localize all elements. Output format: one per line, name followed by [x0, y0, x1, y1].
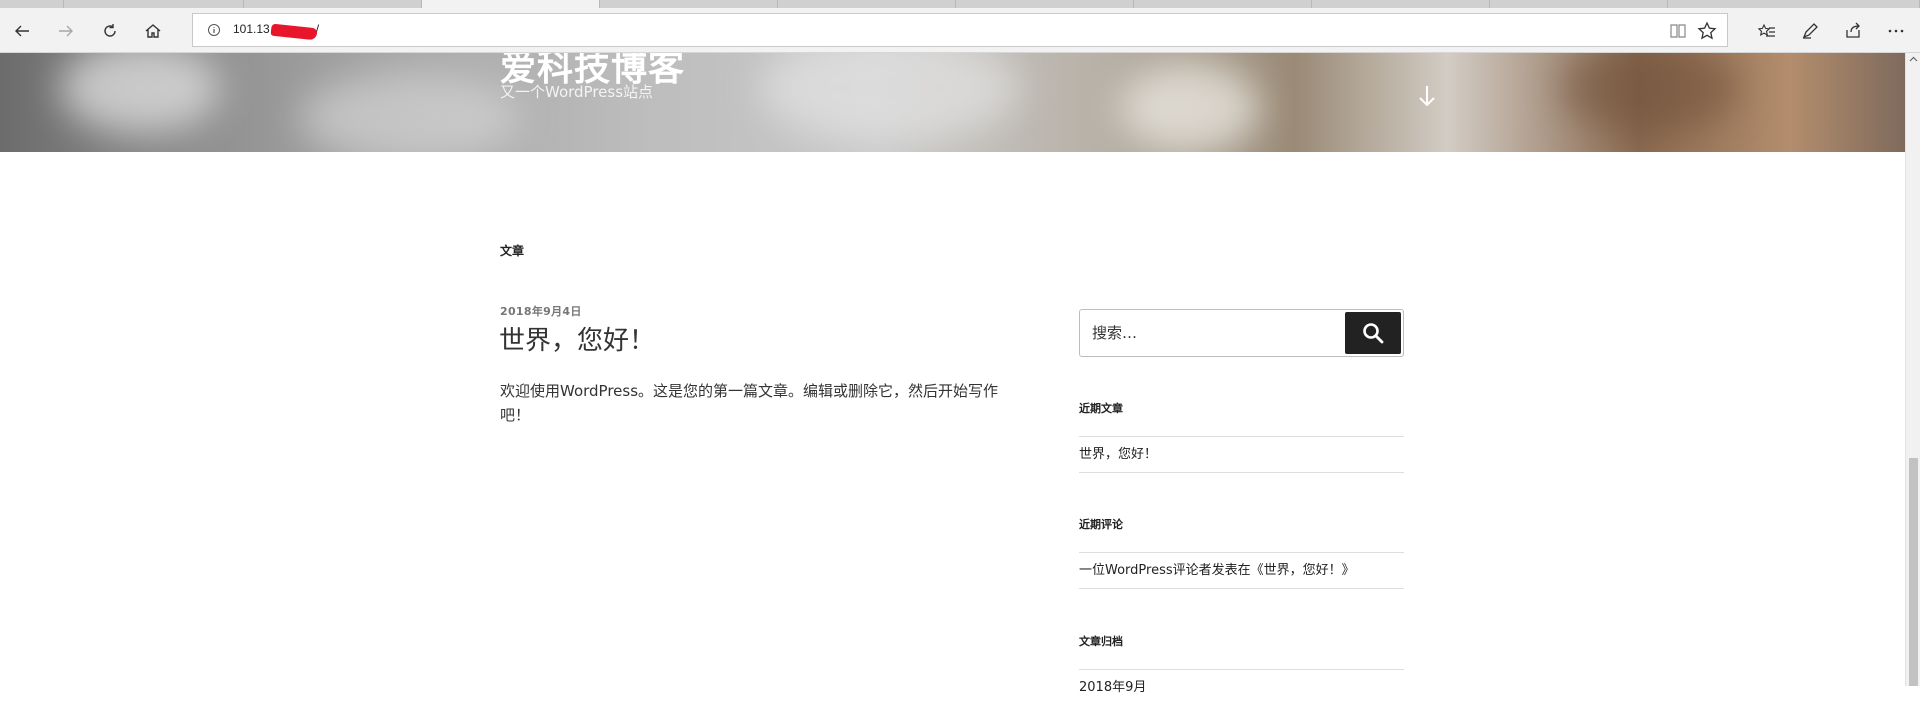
- info-icon[interactable]: [207, 23, 221, 37]
- browser-tab[interactable]: [244, 0, 422, 8]
- reading-view-icon[interactable]: [1669, 22, 1687, 40]
- search-input[interactable]: [1080, 310, 1346, 356]
- banner-blur: [760, 53, 1020, 143]
- browser-tab[interactable]: [956, 0, 1134, 8]
- browser-tab[interactable]: [600, 0, 778, 8]
- banner-blur: [300, 73, 520, 152]
- favorites-list-icon: [1758, 23, 1775, 37]
- url-host: 101.13: [233, 22, 270, 36]
- post-excerpt: 欢迎使用WordPress。这是您的第一篇文章。编辑或删除它，然后开始写作吧！: [500, 382, 999, 424]
- more-button[interactable]: [1880, 15, 1912, 47]
- archive-link[interactable]: 2018年9月: [1079, 670, 1404, 706]
- share-icon: [1846, 22, 1860, 38]
- post-date[interactable]: 2018年9月4日: [500, 303, 582, 319]
- banner-blur: [1560, 53, 1740, 133]
- home-icon: [145, 24, 161, 38]
- back-arrow-icon: [15, 25, 29, 37]
- archives-list: 2018年9月: [1079, 669, 1404, 706]
- banner-blur: [60, 53, 220, 133]
- widget-title-recent-comments: 近期评论: [1079, 518, 1123, 531]
- home-button[interactable]: [137, 15, 169, 47]
- post-title[interactable]: 世界，您好！: [499, 320, 655, 357]
- page-heading: 文章: [500, 244, 525, 258]
- browser-tab[interactable]: [1668, 0, 1920, 8]
- search-button[interactable]: [1345, 312, 1401, 354]
- recent-post-link[interactable]: 世界，您好！: [1079, 437, 1404, 473]
- web-note-button[interactable]: [1794, 15, 1826, 47]
- back-button[interactable]: [6, 15, 38, 47]
- browser-tab[interactable]: [1134, 0, 1312, 8]
- page-scrollbar[interactable]: [1905, 53, 1920, 686]
- widget-title-archives: 文章归档: [1079, 635, 1123, 648]
- address-bar[interactable]: 101.13/: [192, 13, 1728, 47]
- scroll-up-arrow-icon[interactable]: [1909, 55, 1918, 64]
- search-icon: [1363, 323, 1384, 344]
- tab-strip: [0, 0, 1920, 8]
- scroll-down-arrow-icon[interactable]: [1417, 83, 1437, 109]
- browser-tab-active[interactable]: [422, 0, 600, 8]
- favorites-hub-button[interactable]: [1751, 15, 1783, 47]
- banner-blur: [1120, 63, 1260, 152]
- browser-toolbar: 101.13/: [0, 8, 1920, 53]
- share-button[interactable]: [1837, 15, 1869, 47]
- search-form: [1079, 309, 1404, 357]
- site-header-banner: 爱科技博客 又一个WordPress站点: [0, 53, 1905, 152]
- recent-comment-link[interactable]: 一位WordPress评论者发表在《世界，您好！》: [1079, 553, 1404, 589]
- refresh-button[interactable]: [94, 15, 126, 47]
- browser-tab[interactable]: [0, 0, 64, 8]
- browser-tab[interactable]: [1490, 0, 1668, 8]
- recent-posts-list: 世界，您好！: [1079, 436, 1404, 473]
- pen-icon: [1802, 23, 1818, 39]
- more-dots-icon: [1888, 29, 1904, 33]
- favorite-star-icon[interactable]: [1697, 21, 1717, 41]
- refresh-icon: [104, 24, 116, 37]
- browser-tab[interactable]: [1312, 0, 1490, 8]
- site-description: 又一个WordPress站点: [500, 83, 654, 101]
- browser-tab[interactable]: [778, 0, 956, 8]
- recent-comments-list: 一位WordPress评论者发表在《世界，您好！》: [1079, 552, 1404, 589]
- forward-button[interactable]: [50, 15, 82, 47]
- scrollbar-thumb[interactable]: [1909, 458, 1918, 686]
- forward-arrow-icon: [59, 25, 73, 37]
- browser-tab[interactable]: [64, 0, 244, 8]
- widget-title-recent-posts: 近期文章: [1079, 402, 1123, 415]
